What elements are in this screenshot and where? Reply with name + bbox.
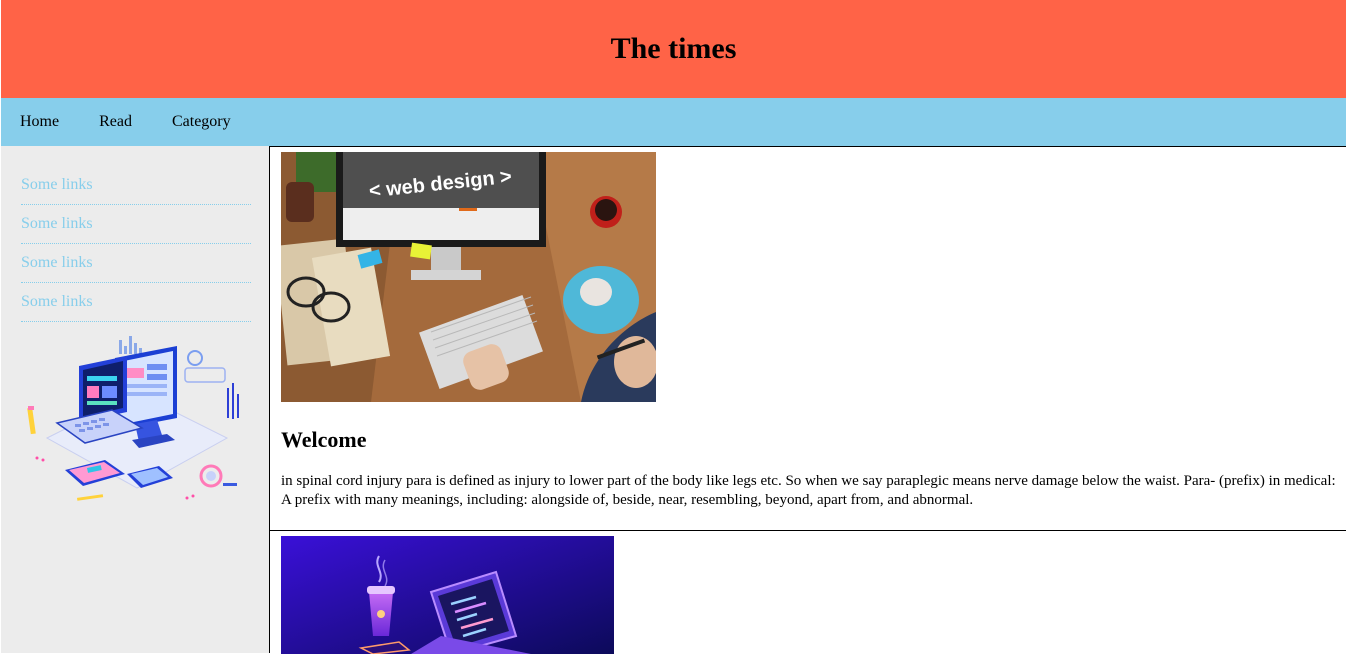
laptop-coffee-illustration bbox=[281, 536, 614, 654]
sidebar-link[interactable]: Some links bbox=[21, 166, 251, 205]
main-content: < web design > Welcome in spinal cord in… bbox=[269, 146, 1346, 654]
nav-read-link[interactable]: Read bbox=[79, 98, 152, 146]
sidebar: Some links Some links Some links Some li… bbox=[1, 146, 269, 653]
article-body: in spinal cord injury para is defined as… bbox=[281, 473, 1336, 508]
site-title: The times bbox=[610, 32, 737, 65]
nav-category-link[interactable]: Category bbox=[152, 98, 251, 146]
site-header: The times bbox=[1, 0, 1346, 98]
devices-illustration bbox=[27, 336, 239, 501]
article-card: < web design > Welcome in spinal cord in… bbox=[270, 147, 1346, 531]
web-design-photo: < web design > bbox=[281, 152, 656, 402]
sidebar-link[interactable]: Some links bbox=[21, 244, 251, 283]
sidebar-link[interactable]: Some links bbox=[21, 283, 251, 322]
top-nav: Home Read Category bbox=[1, 98, 1346, 146]
article-title: Welcome bbox=[281, 427, 367, 452]
sidebar-link[interactable]: Some links bbox=[21, 205, 251, 244]
nav-home-link[interactable]: Home bbox=[1, 98, 79, 146]
sidebar-links: Some links Some links Some links Some li… bbox=[21, 166, 251, 322]
